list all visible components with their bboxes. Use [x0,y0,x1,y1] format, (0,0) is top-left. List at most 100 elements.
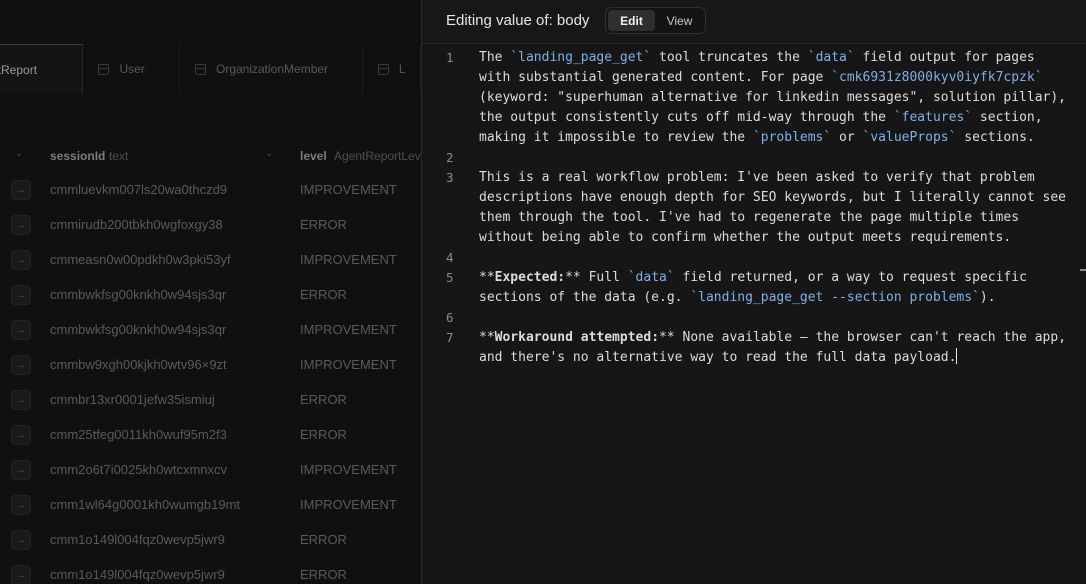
line-number: 6 [446,310,454,325]
text-run: The [479,50,511,65]
table-row[interactable]: → cmmirudb200tbkh0wgfoxgy38 ERROR [0,207,421,242]
text-run: making it impossible to review the [479,130,753,145]
arrow-right-icon[interactable]: → [11,425,31,445]
chevron-down-icon[interactable]: ⌄ [265,148,273,159]
code-line: making it impossible to review the `prob… [479,128,1079,148]
table-row[interactable]: → cmmeasn0w00pdkh0w3pki53yf IMPROVEMENT [0,242,421,277]
cell-session-id: cmm1o149l004fqz0wevp5jwr9 [50,532,225,547]
line-number: 3 [446,170,454,185]
text-run: (keyword: "superhuman alternative for li… [479,90,1066,105]
cell-session-id: cmm1wl64g0001kh0wumgb19mt [50,497,241,512]
model-tabs: ntReport User OrganizationMember L [0,44,421,94]
value-editor-panel: Editing value of: body Edit View 1 2 3 4 5 6 7… [421,0,1086,584]
table-row[interactable]: → cmm2o6t7i0025kh0wtcxmnxcv IMPROVEMENT [0,452,421,487]
code-line: **Expected:** Full `data` field returned… [479,268,1079,288]
table-row[interactable]: → cmm25tfeg0011kh0wuf95m2f3 ERROR [0,417,421,452]
tab-truncated[interactable]: L [363,44,421,94]
chevron-down-icon[interactable]: ⌄ [15,148,23,159]
cell-session-id: cmmbwkfsg00knkh0w94sjs3qr [50,322,227,337]
table-row[interactable]: → cmmbwkfsg00knkh0w94sjs3qr ERROR [0,277,421,312]
text-run: and there's no alternative way to read t… [479,350,957,365]
code-line: the output consistently cuts off mid-way… [479,108,1079,128]
cell-session-id: cmm1o149l004fqz0wevp5jwr9 [50,567,225,582]
edit-mode-button[interactable]: Edit [608,10,655,31]
arrow-right-icon[interactable]: → [11,460,31,480]
table-icon [98,63,110,75]
mode-toggle: Edit View [605,7,706,34]
column-header-session-id[interactable]: sessionId [50,149,105,163]
cell-session-id: cmmluevkm007ls20wa0thczd9 [50,182,228,197]
arrow-right-icon[interactable]: → [11,215,31,235]
cell-session-id: cmmbwkfsg00knkh0w94sjs3qr [50,287,227,302]
table-row[interactable]: → cmm1o149l004fqz0wevp5jwr9 ERROR [0,557,421,584]
inline-code-token: `valueProps` [862,130,957,145]
inline-code-token: `landing_page_get` [510,50,652,65]
arrow-right-icon[interactable]: → [11,250,31,270]
text-run: This is a real workflow problem: I've be… [479,170,1035,185]
arrow-right-icon[interactable]: → [11,180,31,200]
cell-level: ERROR [300,427,347,442]
text-cursor [956,348,958,364]
editor-title: Editing value of: body [446,12,590,29]
table-row[interactable]: → cmmluevkm007ls20wa0thczd9 IMPROVEMENT [0,172,421,207]
view-mode-button[interactable]: View [656,10,703,31]
text-run: ). [979,290,996,305]
arrow-right-icon[interactable]: → [11,495,31,515]
text-run: ** Full [565,270,628,285]
table-row[interactable]: → cmmbw9xgh00kjkh0wtv96×9zt IMPROVEMENT [0,347,421,382]
cell-session-id: cmmirudb200tbkh0wgfoxgy38 [50,217,223,232]
code-line: with substantial generated content. For … [479,68,1079,88]
table-row[interactable]: → cmmbr13xr0001jefw35ismiuj ERROR [0,382,421,417]
line-number: 4 [446,250,454,265]
cell-level: IMPROVEMENT [300,357,397,372]
text-run: section, [972,110,1043,125]
line-number: 1 [446,50,454,65]
text-run: sections of the data (e.g. [479,290,691,305]
tab-label: User [119,62,145,76]
cell-session-id: cmm2o6t7i0025kh0wtcxmnxcv [50,462,228,477]
text-run: with substantial generated content. For … [479,70,832,85]
text-run: descriptions have enough depth for SEO k… [479,190,1066,205]
inline-code-token: `cmk6931z8000kyv0iyfk7cpzk` [831,70,1043,85]
tab-agent-report[interactable]: ntReport [0,44,84,94]
table-row[interactable]: → cmm1o149l004fqz0wevp5jwr9 ERROR [0,522,421,557]
text-run: field returned, or a way to request spec… [674,270,1027,285]
cell-level: IMPROVEMENT [300,252,397,267]
arrow-right-icon[interactable]: → [11,320,31,340]
arrow-right-icon[interactable]: → [11,390,31,410]
column-header-level[interactable]: level [300,149,327,163]
table-header: ⌄ sessionId text ⌄ level AgentReportLev [0,140,421,172]
inline-code-token: `landing_page_get --section problems` [690,290,980,305]
text-run: Expected: [494,270,566,285]
inline-code-token: `data` [807,50,855,65]
text-run: ** [479,270,495,285]
text-run: ** [479,330,495,345]
arrow-right-icon[interactable]: → [11,565,31,584]
editor-header: Editing value of: body Edit View [422,0,1086,44]
cell-level: IMPROVEMENT [300,182,397,197]
code-line: without being able to confirm whether th… [479,228,1079,248]
table-row[interactable]: → cmmbwkfsg00knkh0w94sjs3qr IMPROVEMENT [0,312,421,347]
tab-user[interactable]: User [83,44,180,94]
scrollbar[interactable] [1080,269,1086,271]
table-row[interactable]: → cmm1wl64g0001kh0wumgb19mt IMPROVEMENT [0,487,421,522]
arrow-right-icon[interactable]: → [11,355,31,375]
table-icon [194,63,206,75]
tab-organization-member[interactable]: OrganizationMember [180,44,363,94]
arrow-right-icon[interactable]: → [11,530,31,550]
arrow-right-icon[interactable]: → [11,285,31,305]
text-run: or [831,130,863,145]
code-line: This is a real workflow problem: I've be… [479,168,1079,188]
line-number: 5 [446,270,454,285]
code-line: (keyword: "superhuman alternative for li… [479,88,1079,108]
column-type: text [109,149,129,163]
line-number: 7 [446,330,454,345]
tab-label: ntReport [0,62,38,77]
code-line: sections of the data (e.g. `landing_page… [479,288,1079,308]
text-run: without being able to confirm whether th… [479,230,1012,245]
cell-level: IMPROVEMENT [300,462,397,477]
cell-level: IMPROVEMENT [300,322,397,337]
cell-session-id: cmmbw9xgh00kjkh0wtv96×9zt [50,357,227,372]
code-line: them through the tool. I've had to regen… [479,208,1079,228]
cell-session-id: cmmeasn0w00pdkh0w3pki53yf [50,252,231,267]
